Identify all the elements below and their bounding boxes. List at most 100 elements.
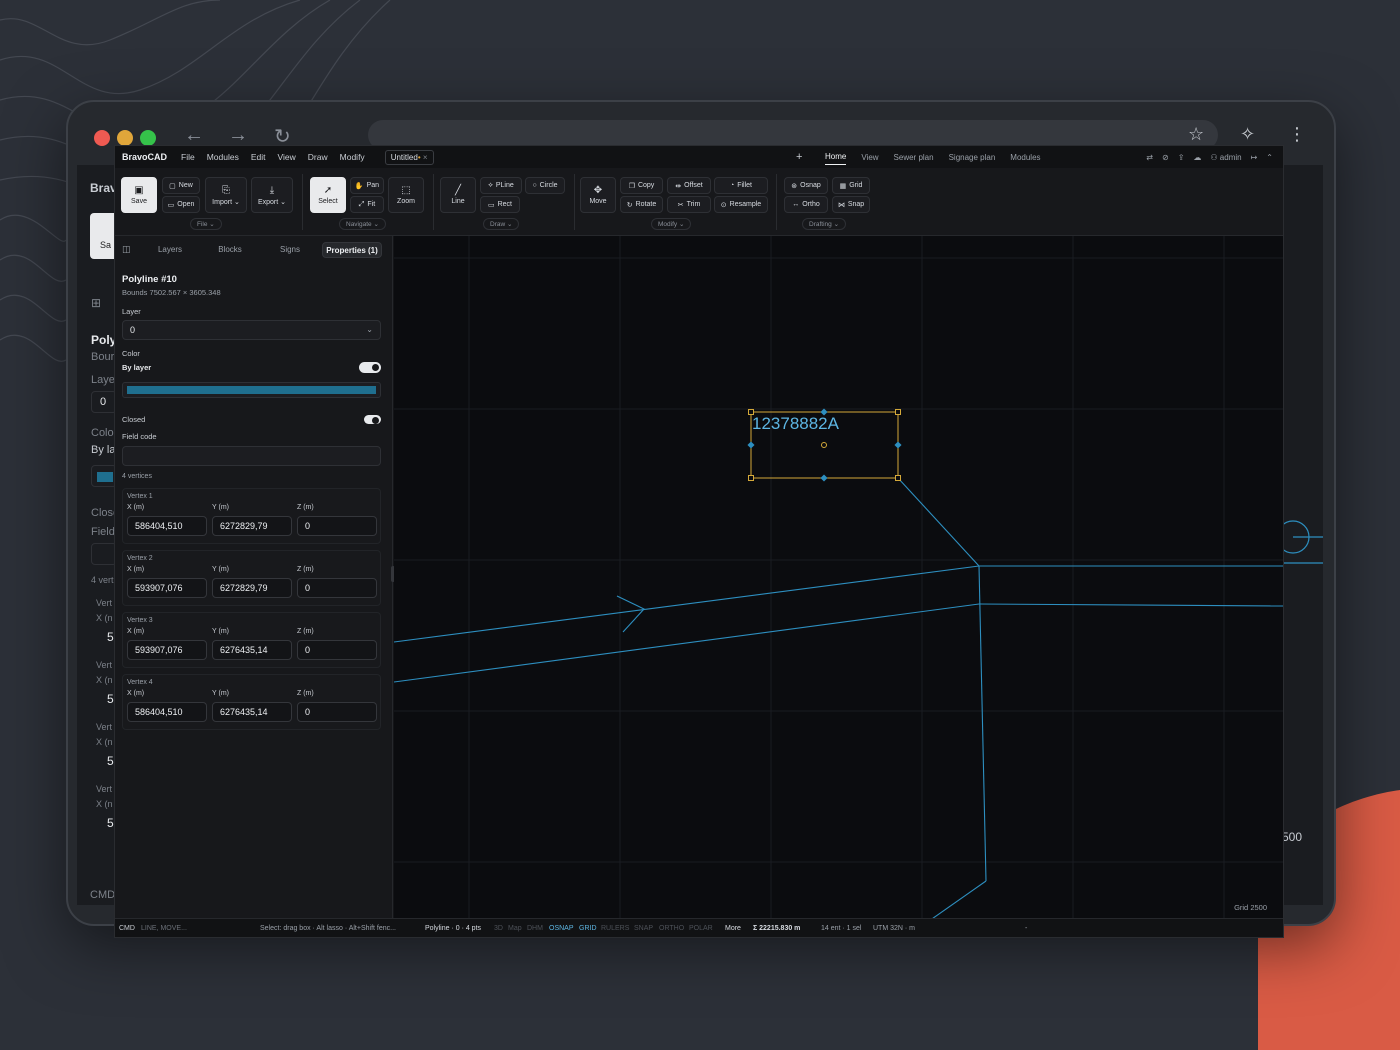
import-button[interactable]: ⎘ Import ⌄ xyxy=(205,177,247,213)
back-arrow-icon[interactable]: ← xyxy=(184,124,204,147)
collapse-chevron-icon[interactable]: ⌃ xyxy=(1266,153,1273,162)
resample-button[interactable]: ⊙ Resample xyxy=(714,196,768,213)
grid-toggle[interactable]: ▦ Grid xyxy=(832,177,870,194)
forward-arrow-icon[interactable]: → xyxy=(228,124,248,147)
minimize-window-button[interactable] xyxy=(117,130,133,146)
by-layer-toggle[interactable] xyxy=(359,362,381,373)
command-input[interactable]: LINE, MOVE... xyxy=(141,925,187,932)
toggle-map[interactable]: Map xyxy=(508,925,522,932)
document-tab[interactable]: Untitled• × xyxy=(384,149,434,165)
export-button[interactable]: ⤓ Export ⌄ xyxy=(251,177,293,213)
pipe-geometry[interactable] xyxy=(394,477,1284,918)
toggle-osnap[interactable]: OSNAP xyxy=(549,925,574,932)
close-window-button[interactable] xyxy=(94,130,110,146)
extensions-icon[interactable]: ✧ xyxy=(1240,124,1255,145)
group-drafting[interactable]: Drafting ⌄ xyxy=(802,218,847,230)
vertex-x-input[interactable]: 586404,510 xyxy=(127,702,207,722)
offline-icon[interactable]: ⊘ xyxy=(1162,153,1169,162)
browser-menu-icon[interactable]: ⋮ xyxy=(1288,124,1306,145)
translate-icon[interactable]: ⇄ xyxy=(1146,153,1153,162)
cloud-icon[interactable]: ☁ xyxy=(1193,153,1201,162)
vertex-z-input[interactable]: 0 xyxy=(297,516,377,536)
save-button[interactable]: ▣ Save xyxy=(121,177,157,213)
tab-layers[interactable]: Layers xyxy=(143,242,197,258)
rotate-button[interactable]: ↻ Rotate xyxy=(620,196,663,213)
fillet-label: Fillet xyxy=(737,182,752,189)
vertex-x-input[interactable]: 586404,510 xyxy=(127,516,207,536)
menu-modify[interactable]: Modify xyxy=(340,152,365,162)
offset-button[interactable]: ⇹ Offset xyxy=(667,177,711,194)
menu-file[interactable]: File xyxy=(181,152,195,162)
tab-modules[interactable]: Modules xyxy=(1010,153,1040,162)
field-code-input[interactable] xyxy=(122,446,381,466)
vertex-z-input[interactable]: 0 xyxy=(297,640,377,660)
tab-properties[interactable]: Properties (1) xyxy=(322,242,382,258)
y-axis-label: Y (m) xyxy=(212,504,229,511)
drawing-svg[interactable]: 12378882A xyxy=(394,236,1284,918)
layer-select[interactable]: 0 ⌄ xyxy=(122,320,381,340)
group-modify[interactable]: Modify ⌄ xyxy=(651,218,692,230)
closed-toggle[interactable] xyxy=(364,415,381,424)
menu-view[interactable]: View xyxy=(278,152,296,162)
open-button[interactable]: ▭ Open xyxy=(162,196,200,213)
pan-button[interactable]: ✋ Pan xyxy=(350,177,384,194)
move-tool-button[interactable]: ✥ Move xyxy=(580,177,616,213)
z-axis-label: Z (m) xyxy=(297,628,314,635)
toggle-snap[interactable]: SNAP xyxy=(634,925,653,932)
color-swatch[interactable] xyxy=(122,382,381,398)
vertex-x-input[interactable]: 593907,076 xyxy=(127,640,207,660)
toggle-ortho[interactable]: ORTHO xyxy=(659,925,684,932)
expand-icon: ⤢ xyxy=(358,200,365,208)
menu-edit[interactable]: Edit xyxy=(251,152,266,162)
toggle-3d[interactable]: 3D xyxy=(494,925,503,932)
ortho-toggle[interactable]: ↔ Ortho xyxy=(784,196,828,213)
select-tool-button[interactable]: ➚ Select xyxy=(310,177,346,213)
vertex-z-input[interactable]: 0 xyxy=(297,578,377,598)
circle-tool-button[interactable]: ○ Circle xyxy=(525,177,565,194)
logout-icon[interactable]: ↦ xyxy=(1251,153,1258,162)
zoom-button[interactable]: ⬚ Zoom xyxy=(388,177,424,213)
vertex-y-input[interactable]: 6276435,14 xyxy=(212,702,292,722)
folder-icon: ▭ xyxy=(167,201,175,209)
pline-tool-button[interactable]: ⟡ PLine xyxy=(480,177,522,194)
toggle-dhm[interactable]: DHM xyxy=(527,925,543,932)
snap-toggle[interactable]: ⋈ Snap xyxy=(832,196,870,213)
menu-draw[interactable]: Draw xyxy=(308,152,328,162)
copy-button[interactable]: ❐ Copy xyxy=(620,177,663,194)
ribbon-tabs: Home View Sewer plan Signage plan Module… xyxy=(825,146,1056,168)
tab-signage-plan[interactable]: Signage plan xyxy=(949,153,996,162)
vertex-x-input[interactable]: 593907,076 xyxy=(127,578,207,598)
line-tool-button[interactable]: ╱ Line xyxy=(440,177,476,213)
fillet-button[interactable]: ◔ Fillet xyxy=(714,177,768,194)
drawing-canvas[interactable]: 12378882A Grid 2500 xyxy=(394,236,1284,918)
rect-tool-button[interactable]: ▭ Rect xyxy=(480,196,520,213)
vertex-y-input[interactable]: 6272829,79 xyxy=(212,516,292,536)
bookmark-star-icon[interactable]: ☆ xyxy=(1188,124,1204,145)
group-file[interactable]: File ⌄ xyxy=(190,218,222,230)
tab-view[interactable]: View xyxy=(861,153,878,162)
close-tab-icon[interactable]: × xyxy=(423,153,428,162)
vertex-z-input[interactable]: 0 xyxy=(297,702,377,722)
upload-icon[interactable]: ⇪ xyxy=(1178,153,1185,162)
more-button[interactable]: More xyxy=(725,925,741,932)
toggle-polar[interactable]: POLAR xyxy=(689,925,713,932)
tab-blocks[interactable]: Blocks xyxy=(203,242,257,258)
maximize-window-button[interactable] xyxy=(140,130,156,146)
new-button[interactable]: ▢ New xyxy=(162,177,200,194)
trim-button[interactable]: ✂ Trim xyxy=(667,196,711,213)
panel-toggle-icon[interactable]: ◫ xyxy=(122,244,131,255)
group-navigate[interactable]: Navigate ⌄ xyxy=(339,218,386,230)
tab-signs[interactable]: Signs xyxy=(263,242,317,258)
toggle-grid[interactable]: GRID xyxy=(579,925,597,932)
vertex-y-input[interactable]: 6276435,14 xyxy=(212,640,292,660)
fit-button[interactable]: ⤢ Fit xyxy=(350,196,384,213)
toggle-rulers[interactable]: RULERS xyxy=(601,925,629,932)
menu-modules[interactable]: Modules xyxy=(207,152,239,162)
tab-home[interactable]: Home xyxy=(825,149,847,165)
group-draw[interactable]: Draw ⌄ xyxy=(483,218,520,230)
user-name[interactable]: admin xyxy=(1220,153,1242,162)
new-tab-button[interactable]: + xyxy=(796,151,802,163)
vertex-y-input[interactable]: 6272829,79 xyxy=(212,578,292,598)
tab-sewer-plan[interactable]: Sewer plan xyxy=(894,153,934,162)
osnap-toggle[interactable]: ⊛ Osnap xyxy=(784,177,828,194)
